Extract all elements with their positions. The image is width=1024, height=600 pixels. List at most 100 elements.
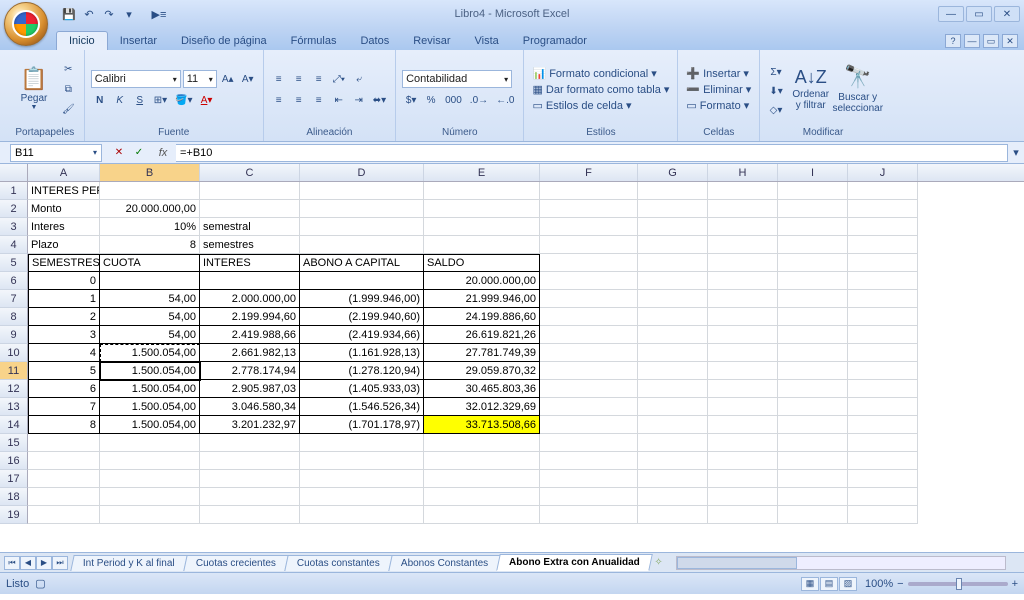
cell[interactable]: [708, 272, 778, 290]
cell[interactable]: 2: [28, 308, 100, 326]
cell[interactable]: [708, 362, 778, 380]
grid-row[interactable]: 1371.500.054,003.046.580,34(1.546.526,34…: [0, 398, 1024, 416]
tab-vista[interactable]: Vista: [463, 32, 511, 50]
cell[interactable]: 21.999.946,00: [424, 290, 540, 308]
maximize-button[interactable]: ▭: [966, 6, 992, 22]
fx-icon[interactable]: fx: [154, 147, 172, 159]
grid-row[interactable]: 8254,002.199.994,60(2.199.940,60)24.199.…: [0, 308, 1024, 326]
enter-formula-icon[interactable]: ✓: [130, 144, 148, 162]
cell[interactable]: [778, 200, 848, 218]
cell[interactable]: [638, 326, 708, 344]
increase-decimal-icon[interactable]: .0→: [467, 91, 491, 109]
row-header[interactable]: 8: [0, 308, 28, 326]
col-header-D[interactable]: D: [300, 164, 424, 181]
minimize-doc-icon[interactable]: —: [964, 34, 980, 48]
cell[interactable]: [778, 272, 848, 290]
cell[interactable]: 33.713.508,66: [424, 416, 540, 434]
cell[interactable]: [540, 200, 638, 218]
cell[interactable]: 30.465.803,36: [424, 380, 540, 398]
redo-icon[interactable]: ↷: [100, 5, 118, 23]
format-as-table-button[interactable]: ▦Dar formato como tabla ▾: [530, 82, 671, 97]
row-header[interactable]: 1: [0, 182, 28, 200]
cell[interactable]: 24.199.886,60: [424, 308, 540, 326]
cell[interactable]: [778, 488, 848, 506]
cell[interactable]: [540, 416, 638, 434]
row-header[interactable]: 11: [0, 362, 28, 380]
cell[interactable]: [778, 326, 848, 344]
cell[interactable]: [424, 506, 540, 524]
cell[interactable]: SEMESTRES: [28, 254, 100, 272]
cell[interactable]: [848, 470, 918, 488]
horizontal-scrollbar[interactable]: [676, 556, 1006, 570]
sheet-tab-2[interactable]: Cuotas constantes: [284, 555, 392, 571]
cell[interactable]: [540, 236, 638, 254]
normal-view-icon[interactable]: ▦: [801, 577, 819, 591]
cell[interactable]: [708, 308, 778, 326]
cell[interactable]: [778, 362, 848, 380]
cell[interactable]: [638, 236, 708, 254]
cell[interactable]: 54,00: [100, 308, 200, 326]
cell[interactable]: 1.500.054,00: [100, 398, 200, 416]
row-header[interactable]: 2: [0, 200, 28, 218]
cell[interactable]: [848, 290, 918, 308]
cell[interactable]: [424, 470, 540, 488]
cell[interactable]: 1.500.054,00: [100, 362, 200, 380]
cell[interactable]: 54,00: [100, 290, 200, 308]
row-header[interactable]: 14: [0, 416, 28, 434]
cell[interactable]: [778, 452, 848, 470]
cell[interactable]: [638, 218, 708, 236]
cell[interactable]: CUOTA: [100, 254, 200, 272]
tab-insertar[interactable]: Insertar: [108, 32, 169, 50]
cell[interactable]: [708, 326, 778, 344]
name-box[interactable]: B11▾: [10, 144, 102, 162]
cell[interactable]: 3.201.232,97: [200, 416, 300, 434]
cell[interactable]: [848, 218, 918, 236]
cell[interactable]: ABONO A CAPITAL: [300, 254, 424, 272]
align-top-icon[interactable]: ≡: [270, 70, 288, 88]
underline-button[interactable]: S: [131, 91, 149, 109]
row-header[interactable]: 19: [0, 506, 28, 524]
cell[interactable]: [424, 200, 540, 218]
cell[interactable]: [778, 254, 848, 272]
cell[interactable]: [848, 398, 918, 416]
col-header-C[interactable]: C: [200, 164, 300, 181]
cell[interactable]: [424, 182, 540, 200]
cell[interactable]: [100, 272, 200, 290]
row-header[interactable]: 12: [0, 380, 28, 398]
formula-input[interactable]: =+B10: [176, 144, 1008, 162]
cell[interactable]: [638, 362, 708, 380]
row-header[interactable]: 10: [0, 344, 28, 362]
format-cells-button[interactable]: ▭Formato ▾: [684, 98, 753, 113]
cell[interactable]: [708, 200, 778, 218]
cell[interactable]: [100, 506, 200, 524]
cell[interactable]: [540, 470, 638, 488]
cell[interactable]: [300, 506, 424, 524]
grid-row[interactable]: 4Plazo8semestres: [0, 236, 1024, 254]
cell[interactable]: INTERES PERIODICO Y CAPITAL AL FINAL: [28, 182, 100, 200]
cell[interactable]: [424, 434, 540, 452]
find-select-button[interactable]: 🔭 Buscar y seleccionar: [836, 54, 880, 125]
align-bottom-icon[interactable]: ≡: [310, 70, 328, 88]
tab-inicio[interactable]: Inicio: [56, 31, 108, 50]
col-header-B[interactable]: B: [100, 164, 200, 181]
page-layout-view-icon[interactable]: ▤: [820, 577, 838, 591]
orientation-icon[interactable]: ⤢▾: [330, 70, 348, 88]
col-header-H[interactable]: H: [708, 164, 778, 181]
grid-row[interactable]: 1481.500.054,003.201.232,97(1.701.178,97…: [0, 416, 1024, 434]
cell[interactable]: [540, 254, 638, 272]
save-icon[interactable]: 💾: [60, 5, 78, 23]
cell[interactable]: 2.661.982,13: [200, 344, 300, 362]
cell[interactable]: [638, 452, 708, 470]
number-format-combo[interactable]: Contabilidad▾: [402, 70, 512, 88]
cell[interactable]: [100, 470, 200, 488]
cell[interactable]: 2.778.174,94: [200, 362, 300, 380]
row-header[interactable]: 6: [0, 272, 28, 290]
cell[interactable]: [778, 398, 848, 416]
cell[interactable]: [100, 488, 200, 506]
cell[interactable]: [638, 182, 708, 200]
cell[interactable]: [848, 272, 918, 290]
grid-row[interactable]: 6020.000.000,00: [0, 272, 1024, 290]
cell[interactable]: 20.000.000,00: [424, 272, 540, 290]
row-header[interactable]: 17: [0, 470, 28, 488]
cell[interactable]: (1.546.526,34): [300, 398, 424, 416]
